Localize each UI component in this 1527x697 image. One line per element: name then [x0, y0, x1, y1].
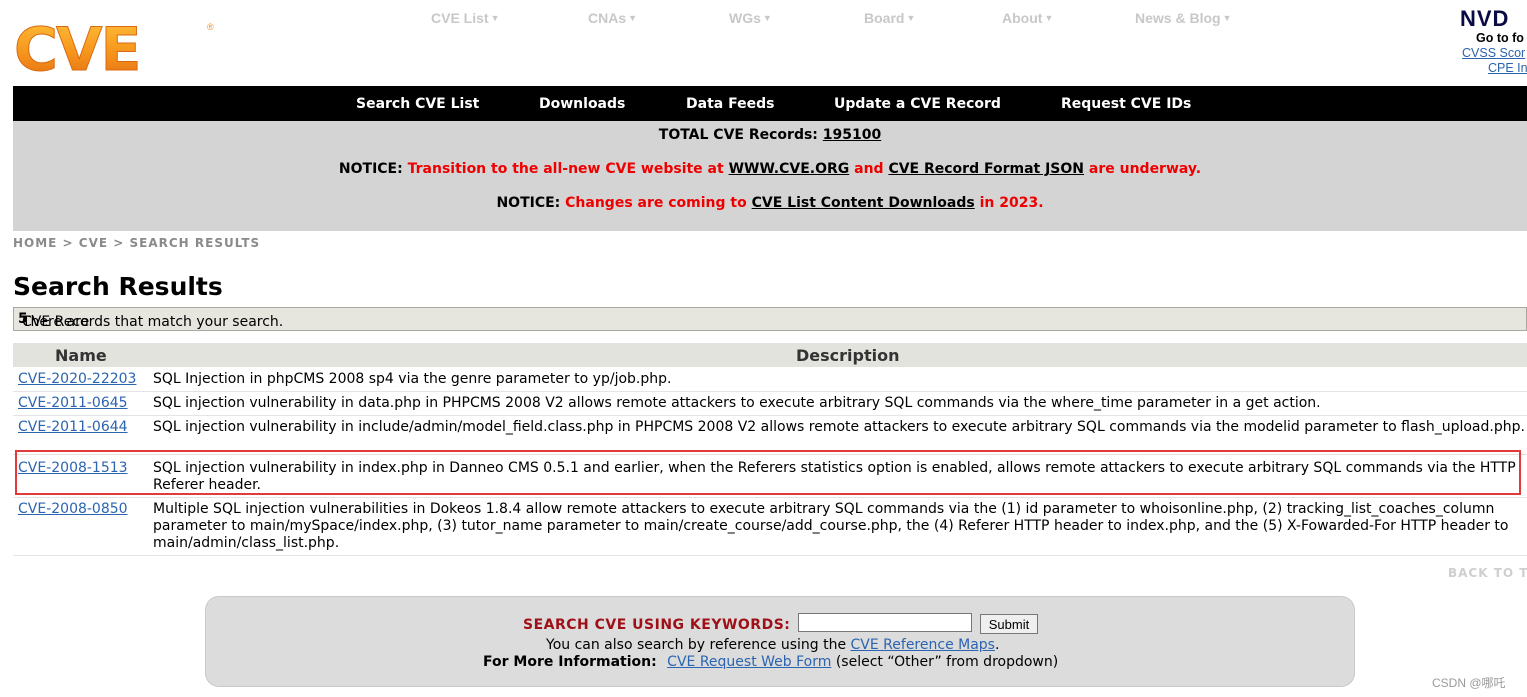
- cve-description: Multiple SQL injection vulnerabilities i…: [153, 501, 1509, 551]
- notice-downloads-line: NOTICE: Changes are coming to CVE List C…: [496, 195, 1044, 211]
- cve-description: SQL injection vulnerability in data.php …: [153, 395, 1321, 411]
- cve-id-link[interactable]: CVE-2008-0850: [18, 501, 128, 517]
- nav-downloads[interactable]: Downloads: [539, 96, 625, 112]
- table-row: CVE-2011-0645 SQL injection vulnerabilit…: [13, 392, 1527, 416]
- cve-description: SQL Injection in phpCMS 2008 sp4 via the…: [153, 371, 672, 387]
- content-downloads-link[interactable]: CVE List Content Downloads: [752, 195, 975, 211]
- request-web-form-link[interactable]: CVE Request Web Form: [667, 654, 831, 670]
- caret-down-icon: ▼: [906, 13, 916, 23]
- top-nav: CVE List ▼ CNAs ▼ WGs ▼ Board ▼ About ▼ News …: [0, 10, 1527, 30]
- cve-id-link[interactable]: CVE-2020-22203: [18, 371, 136, 387]
- keyword-search-label: SEARCH CVE USING KEYWORDS:: [523, 617, 791, 633]
- page-title: Search Results: [13, 272, 223, 301]
- cve-id-link[interactable]: CVE-2011-0644: [18, 419, 128, 435]
- caret-down-icon: ▼: [1044, 13, 1054, 23]
- top-nav-cnas[interactable]: CNAs ▼: [588, 10, 637, 26]
- caret-down-icon: ▼: [490, 13, 500, 23]
- notice-website-line: NOTICE: Transition to the all-new CVE we…: [338, 161, 1202, 177]
- watermark: CSDN @哪吒: [1432, 676, 1506, 690]
- caret-down-icon: ▼: [762, 13, 772, 23]
- column-header-name: Name: [55, 346, 107, 365]
- cve-id-link[interactable]: CVE-2011-0645: [18, 395, 128, 411]
- keyword-search-panel: SEARCH CVE USING KEYWORDS: Submit You ca…: [205, 596, 1355, 687]
- nvd-panel: NVD Go to fo CVSS Scor CPE In: [1460, 8, 1527, 83]
- reference-maps-link[interactable]: CVE Reference Maps: [851, 637, 995, 653]
- highlight-box: [15, 450, 1521, 495]
- main-nav-bar: Search CVE List Downloads Data Feeds Upd…: [13, 86, 1527, 121]
- nav-update-cve-record[interactable]: Update a CVE Record: [834, 96, 1001, 112]
- nvd-cpe-link[interactable]: CPE In: [1488, 61, 1527, 76]
- more-info-line: For More Information: CVE Request Web Fo…: [483, 654, 1059, 670]
- nav-request-cve-ids[interactable]: Request CVE IDs: [1061, 96, 1191, 112]
- nvd-goto-label: Go to fo: [1476, 31, 1524, 45]
- top-nav-about[interactable]: About ▼: [1002, 10, 1053, 26]
- keyword-search-input[interactable]: [798, 613, 972, 632]
- total-records-count[interactable]: 195100: [823, 127, 881, 143]
- notice-panel: TOTAL CVE Records: 195100 NOTICE: Transi…: [13, 121, 1527, 231]
- cve-org-link[interactable]: WWW.CVE.ORG: [729, 161, 850, 177]
- reference-maps-line: You can also search by reference using t…: [546, 637, 1000, 653]
- total-records-line: TOTAL CVE Records: 195100: [658, 127, 882, 143]
- record-format-json-link[interactable]: CVE Record Format JSON: [888, 161, 1084, 177]
- match-count-text: There are 5 CVE Records that match your …: [18, 311, 284, 330]
- nvd-logo[interactable]: NVD: [1460, 8, 1527, 30]
- caret-down-icon: ▼: [1222, 13, 1232, 23]
- table-row: CVE-2008-0850 Multiple SQL injection vul…: [13, 498, 1527, 556]
- table-header: Name Description: [13, 343, 1527, 367]
- back-to-top-link[interactable]: BACK TO TO: [1448, 566, 1527, 580]
- top-nav-cve-list[interactable]: CVE List ▼: [431, 10, 500, 26]
- submit-button[interactable]: Submit: [980, 614, 1038, 634]
- nav-data-feeds[interactable]: Data Feeds: [686, 96, 774, 112]
- caret-down-icon: ▼: [628, 13, 638, 23]
- column-header-description: Description: [796, 346, 900, 365]
- top-nav-wgs[interactable]: WGs ▼: [729, 10, 772, 26]
- top-nav-board[interactable]: Board ▼: [864, 10, 915, 26]
- top-nav-news-blog[interactable]: News & Blog ▼: [1135, 10, 1232, 26]
- match-count-bar: There are 5 CVE Records that match your …: [13, 307, 1527, 331]
- table-row: CVE-2020-22203 SQL Injection in phpCMS 2…: [13, 368, 1527, 392]
- cve-description: SQL injection vulnerability in include/a…: [153, 419, 1525, 435]
- nav-search-cve-list[interactable]: Search CVE List: [356, 96, 479, 112]
- nvd-cvss-link[interactable]: CVSS Scor: [1462, 46, 1527, 61]
- breadcrumb[interactable]: HOME > CVE > SEARCH RESULTS: [13, 236, 260, 250]
